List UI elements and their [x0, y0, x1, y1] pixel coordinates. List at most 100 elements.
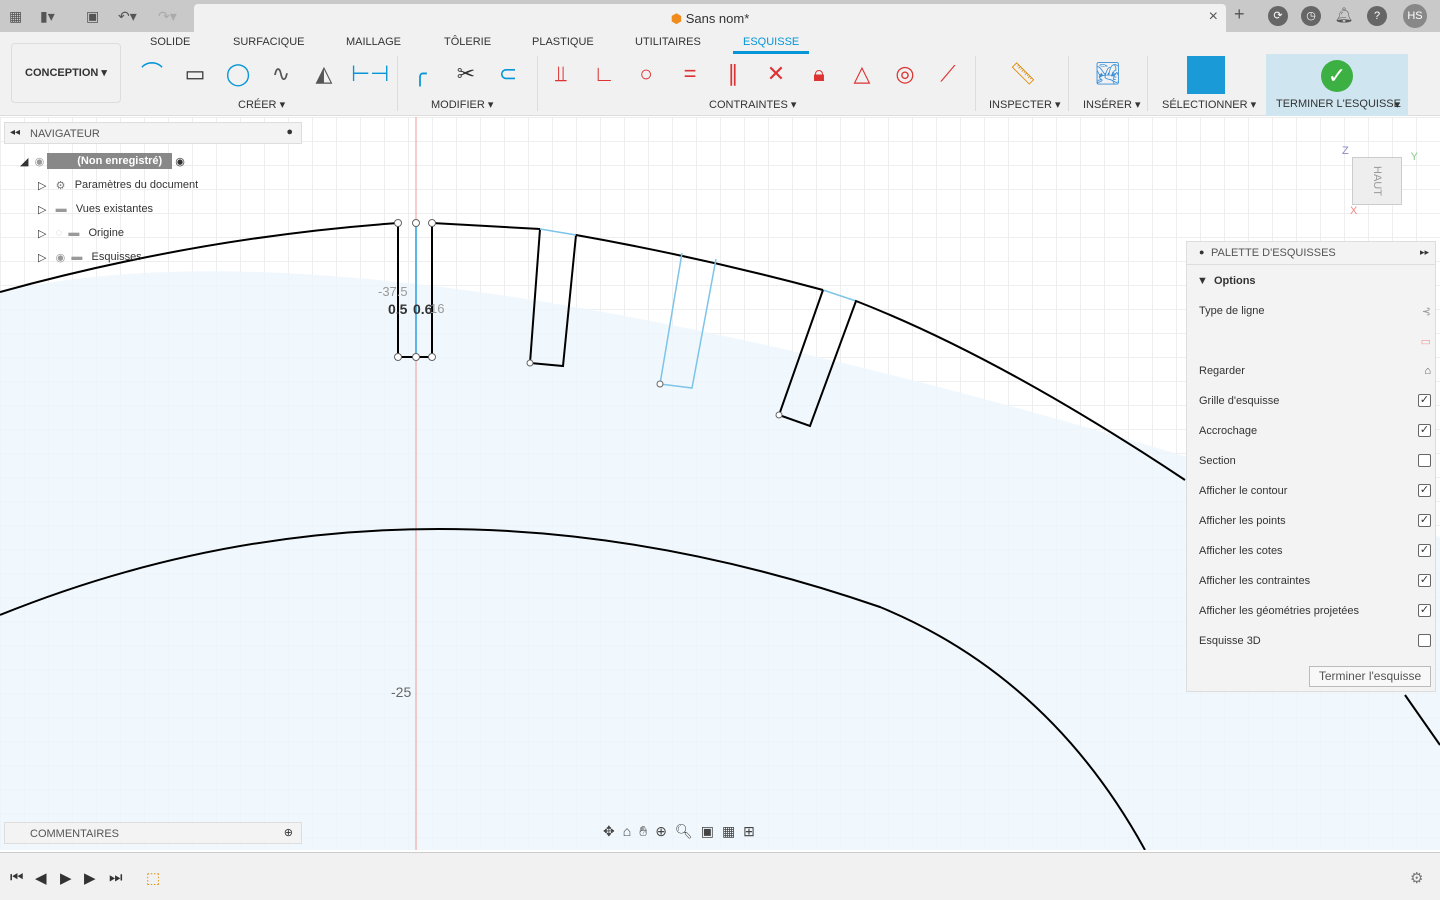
extensions-icon[interactable]: ⟳ — [1268, 6, 1288, 26]
zoom-window-icon[interactable]: 🔍︎ — [675, 823, 701, 839]
palette-row-show-points[interactable]: Afficher les points ✓ — [1199, 514, 1431, 527]
eye-icon[interactable]: ◉ — [56, 251, 66, 264]
fix-constraint-icon[interactable]: ⫫ — [545, 58, 577, 90]
finish-sketch-palette-button[interactable]: Terminer l'esquisse — [1309, 666, 1431, 687]
palette-row-projected-geometry[interactable]: Afficher les géométries projetées ✓ — [1199, 604, 1431, 617]
previous-frame-icon[interactable]: ◀ — [35, 869, 47, 887]
palette-row-show-constraints[interactable]: Afficher les contraintes ✓ — [1199, 574, 1431, 587]
tab-plastique[interactable]: PLASTIQUE — [532, 36, 594, 48]
constraints-menu[interactable]: CONTRAINTES ▾ — [709, 98, 796, 111]
last-frame-icon[interactable]: ⏭ — [109, 869, 123, 886]
checkbox[interactable]: ✓ — [1418, 604, 1431, 617]
look-at-icon[interactable]: ⌂ — [623, 823, 639, 839]
notifications-icon[interactable]: 🔔︎ — [1334, 6, 1354, 26]
workspace-switcher[interactable]: CONCEPTION ▾ — [11, 43, 121, 103]
viewports-icon[interactable]: ⊞ — [743, 823, 763, 839]
expand-icon[interactable]: ▸▸ — [1420, 247, 1429, 258]
create-menu[interactable]: CRÉER ▾ — [238, 98, 285, 111]
line-icon[interactable]: ⌒ — [136, 58, 168, 90]
offset-icon[interactable]: ⊂ — [492, 58, 524, 90]
tab-maillage[interactable]: MAILLAGE — [346, 36, 401, 48]
job-status-icon[interactable]: ◷ — [1301, 6, 1321, 26]
mirror-icon[interactable]: ◭ — [308, 58, 340, 90]
nav-item-origin[interactable]: ▷ ◌ ▬ Origine — [38, 223, 124, 243]
rectangle-icon[interactable]: ▭ — [179, 58, 211, 90]
next-frame-icon[interactable]: ▶ — [84, 869, 96, 887]
document-tab[interactable]: ⬢ Sans nom* × — [194, 4, 1226, 32]
sketch-timeline-item-icon[interactable]: ⬚ — [146, 869, 160, 887]
orbit-icon[interactable]: ✥ — [603, 823, 623, 839]
user-avatar[interactable]: HS — [1403, 4, 1427, 28]
dimension-label[interactable]: -37.5 — [378, 284, 408, 299]
fillet-icon[interactable]: ╭ — [404, 58, 436, 90]
palette-row-snap[interactable]: Accrochage ✓ — [1199, 424, 1431, 437]
viewcube-face[interactable]: HAUT — [1352, 157, 1402, 205]
dimension-icon[interactable]: ⊢⊣ — [351, 58, 389, 90]
tab-surfacique[interactable]: SURFACIQUE — [233, 36, 305, 48]
nav-item-document-settings[interactable]: ▷ ⚙ Paramètres du document — [38, 175, 198, 195]
checkbox[interactable]: ✓ — [1418, 574, 1431, 587]
concentric-icon[interactable]: ◎ — [889, 58, 921, 90]
save-icon[interactable]: ▣ — [86, 8, 99, 25]
eye-hidden-icon[interactable]: ◌ — [56, 227, 63, 239]
close-tab-icon[interactable]: × — [1209, 8, 1218, 26]
checkbox[interactable]: ✓ — [1418, 424, 1431, 437]
look-at-icon[interactable]: ⌂ — [1424, 365, 1431, 377]
checkbox[interactable]: ✓ — [1418, 484, 1431, 497]
new-tab-icon[interactable]: + — [1234, 4, 1245, 25]
inspect-menu[interactable]: INSPECTER ▾ — [989, 98, 1061, 111]
circle-icon[interactable]: ◯ — [222, 58, 254, 90]
checkbox[interactable] — [1418, 634, 1431, 647]
redo-icon[interactable]: ↷▾ — [158, 8, 177, 25]
help-icon[interactable]: ? — [1367, 6, 1387, 26]
palette-row-3d-sketch[interactable]: Esquisse 3D — [1199, 634, 1431, 647]
construction-icon[interactable]: ▭ — [1421, 335, 1431, 348]
palette-row-show-dimensions[interactable]: Afficher les cotes ✓ — [1199, 544, 1431, 557]
checkbox[interactable]: ✓ — [1418, 514, 1431, 527]
palette-row-section[interactable]: Section — [1199, 454, 1431, 467]
perpendicular-icon[interactable]: ∟ — [588, 58, 620, 90]
checkbox[interactable] — [1418, 454, 1431, 467]
lock-icon[interactable]: 🔒︎ — [803, 58, 835, 90]
undo-icon[interactable]: ↶▾ — [118, 8, 137, 25]
navigator-header[interactable]: ◂◂ NAVIGATEUR ● — [4, 122, 302, 144]
parallel-icon[interactable]: ∥ — [717, 58, 749, 90]
palette-row-show-profile[interactable]: Afficher le contour ✓ — [1199, 484, 1431, 497]
apps-grid-icon[interactable]: ▦ — [9, 8, 22, 25]
comments-panel[interactable]: COMMENTAIRES ⊕ — [4, 822, 302, 844]
tab-solide[interactable]: SOLIDE — [150, 36, 190, 48]
viewcube[interactable]: Z Y X HAUT — [1340, 145, 1420, 225]
display-settings-icon[interactable]: ▣ — [701, 823, 722, 839]
modify-menu[interactable]: MODIFIER ▾ — [431, 98, 493, 111]
nav-root[interactable]: ◢ ◉ (Non enregistré) ◉ — [20, 151, 185, 171]
timeline-settings-icon[interactable]: ⚙ — [1410, 869, 1423, 887]
nav-item-sketches[interactable]: ▷ ◉ ▬ Esquisses — [38, 247, 142, 267]
dimension-label[interactable]: 16 — [430, 301, 444, 316]
checkbox[interactable]: ✓ — [1418, 394, 1431, 407]
palette-header[interactable]: ● PALETTE D'ESQUISSES ▸▸ — [1187, 242, 1435, 265]
palette-row-line-type[interactable]: Type de ligne ⊰ — [1199, 305, 1431, 318]
nav-item-named-views[interactable]: ▷ ▬ Vues existantes — [38, 199, 153, 219]
file-menu-icon[interactable]: ▮▾ — [40, 8, 55, 25]
tab-esquisse[interactable]: ESQUISSE — [733, 36, 810, 54]
palette-row-look-at[interactable]: Regarder ⌂ — [1199, 365, 1431, 377]
tab-tolerie[interactable]: TÔLERIE — [444, 36, 491, 48]
spline-icon[interactable]: ∿ — [265, 58, 297, 90]
measure-icon[interactable]: 📏︎ — [1007, 58, 1039, 90]
equal-icon[interactable]: = — [674, 58, 706, 90]
triangle-icon[interactable]: △ — [846, 58, 878, 90]
insert-menu[interactable]: INSÉRER ▾ — [1083, 98, 1140, 111]
insert-image-icon[interactable]: 🏞︎ — [1092, 58, 1124, 90]
midpoint-icon[interactable]: ⟋ — [932, 58, 964, 90]
dimension-label[interactable]: 0.5 — [388, 301, 407, 317]
options-section[interactable]: ▼ Options — [1197, 275, 1256, 287]
first-frame-icon[interactable]: ⏮ — [10, 869, 24, 886]
zoom-icon[interactable]: ⊕ — [655, 823, 675, 839]
pan-icon[interactable]: ✋︎ — [639, 823, 655, 839]
select-icon[interactable] — [1187, 56, 1225, 94]
checkbox[interactable]: ✓ — [1418, 544, 1431, 557]
play-icon[interactable]: ▶ — [60, 869, 72, 887]
select-menu[interactable]: SÉLECTIONNER ▾ — [1162, 98, 1256, 111]
line-type-icon[interactable]: ⊰ — [1422, 305, 1431, 318]
tab-utilitaires[interactable]: UTILITAIRES — [635, 36, 701, 48]
